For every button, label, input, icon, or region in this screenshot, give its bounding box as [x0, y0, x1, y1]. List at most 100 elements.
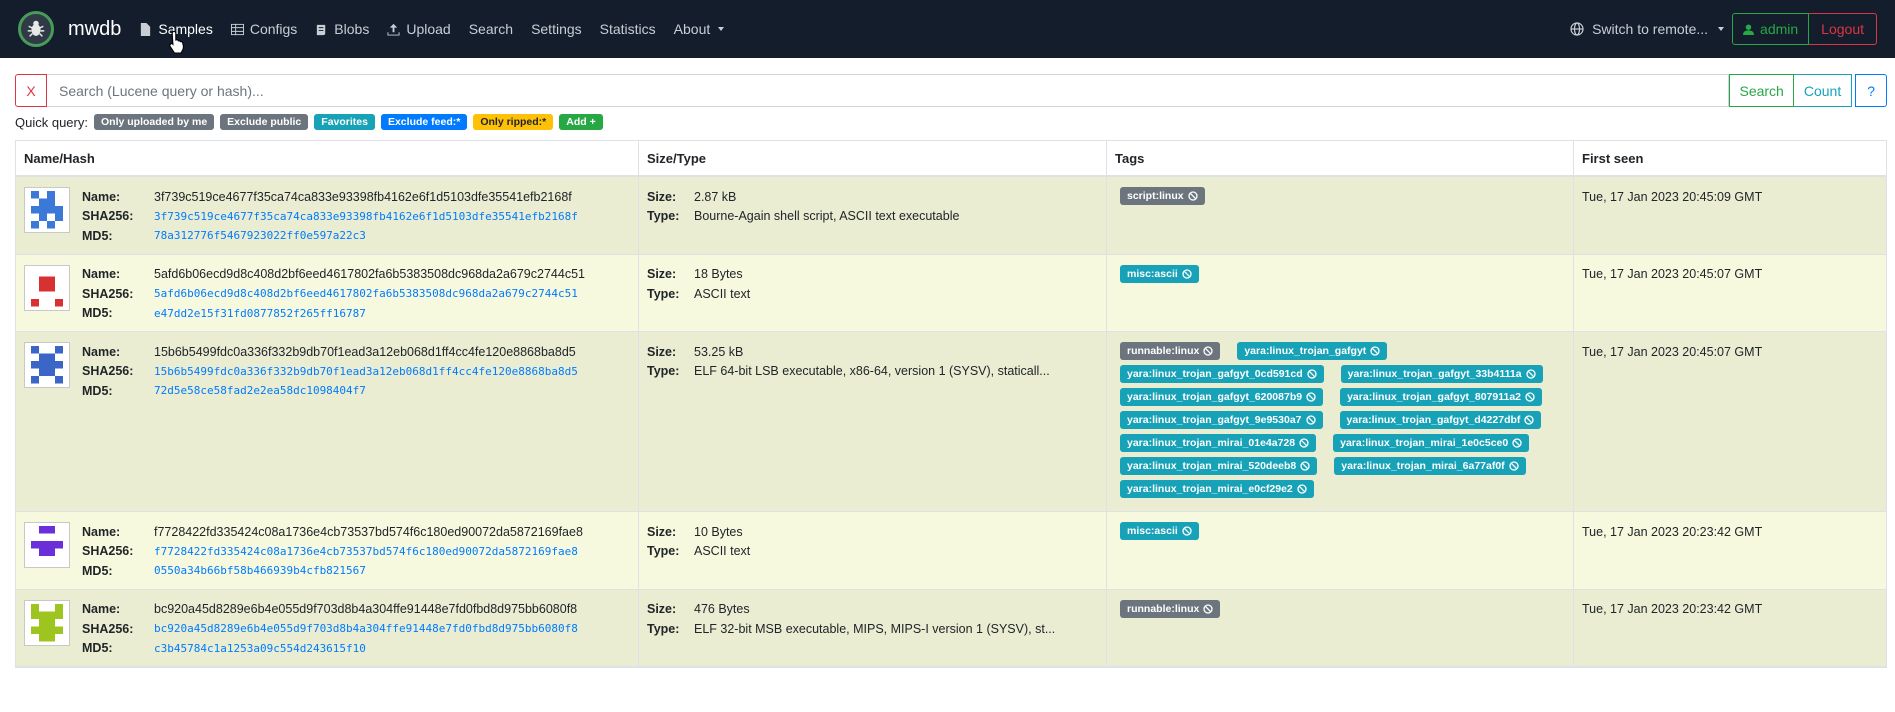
- remove-tag-icon[interactable]: [1182, 526, 1192, 536]
- md5-link[interactable]: c3b45784c1a1253a09c554d243615f10: [154, 642, 366, 655]
- search-button[interactable]: Search: [1729, 74, 1794, 107]
- sha256-link[interactable]: 3f739c519ce4677f35ca74ca833e93398fb4162e…: [154, 210, 578, 223]
- remove-tag-icon[interactable]: [1297, 484, 1307, 494]
- brand[interactable]: mwdb: [18, 11, 121, 47]
- table-icon: [230, 23, 244, 35]
- remove-tag-icon[interactable]: [1187, 191, 1198, 201]
- identicon-icon: [24, 522, 70, 568]
- logout-label: Logout: [1821, 21, 1864, 37]
- nav-configs[interactable]: Configs: [230, 21, 297, 37]
- tag-label: yara:linux_trojan_gafgyt: [1244, 345, 1367, 357]
- remove-tag-icon[interactable]: [1300, 461, 1310, 471]
- remove-tag-icon[interactable]: [1299, 438, 1309, 448]
- switch-remote-dropdown[interactable]: Switch to remote...: [1570, 21, 1725, 37]
- quick-query-favorites[interactable]: Favorites: [314, 113, 375, 131]
- nav-statistics-label: Statistics: [599, 21, 656, 37]
- md5-key: MD5:: [82, 228, 113, 243]
- search-input[interactable]: [47, 74, 1730, 107]
- tag-badge[interactable]: yara:linux_trojan_gafgyt: [1237, 342, 1388, 360]
- tag-badge[interactable]: runnable:linux: [1120, 599, 1221, 618]
- md5-key: MD5:: [82, 306, 113, 321]
- sha256-key: SHA256:: [82, 364, 134, 379]
- tag-badge[interactable]: yara:linux_trojan_gafgyt_0cd591cd: [1120, 365, 1324, 383]
- tag-badge[interactable]: misc:ascii: [1120, 264, 1199, 283]
- table-row: Name: f7728422fd335424c08a1736e4cb73537bd…: [16, 512, 1886, 590]
- table-body: Name: 3f739c519ce4677f35ca74ca833e93398fb…: [16, 177, 1886, 667]
- md5-link[interactable]: 72d5e58ce58fad2e2ea58dc1098404f7: [154, 384, 366, 397]
- size-key: Size:: [647, 344, 677, 359]
- nav-blobs-label: Blobs: [334, 21, 370, 37]
- count-button[interactable]: Count: [1793, 74, 1853, 107]
- brand-name: mwdb: [68, 17, 122, 40]
- md5-link[interactable]: 0550a34b66bf58b466939b4cfb821567: [154, 564, 366, 577]
- caret-down-icon: [1718, 27, 1725, 31]
- file-type: ASCII text: [694, 286, 751, 301]
- quick-query-bar: Quick query: Only uploaded by me Exclude…: [15, 113, 1895, 131]
- tag-badge[interactable]: yara:linux_trojan_mirai_6a77af0f: [1334, 457, 1526, 475]
- tag-badge[interactable]: yara:linux_trojan_mirai_520deeb8: [1120, 457, 1318, 475]
- nav-statistics[interactable]: Statistics: [600, 21, 656, 37]
- user-button[interactable]: admin: [1732, 13, 1810, 45]
- md5-link[interactable]: 78a312776f5467923022ff0e597a22c3: [154, 229, 366, 242]
- remove-tag-icon[interactable]: [1524, 415, 1535, 425]
- tag-badge[interactable]: yara:linux_trojan_gafgyt_d4227dbf: [1339, 411, 1542, 429]
- tag-label: runnable:linux: [1127, 602, 1200, 615]
- tag-badge[interactable]: yara:linux_trojan_mirai_01e4a728: [1120, 434, 1317, 452]
- tag-badge[interactable]: yara:linux_trojan_gafgyt_33b4111a: [1340, 365, 1543, 383]
- nav-search[interactable]: Search: [469, 21, 513, 37]
- remove-tag-icon[interactable]: [1307, 369, 1317, 379]
- remove-tag-icon[interactable]: [1203, 346, 1213, 356]
- sha256-link[interactable]: bc920a45d8289e6b4e055d9f703d8b4a304ffe91…: [154, 622, 578, 635]
- tag-badge[interactable]: runnable:linux: [1120, 342, 1221, 360]
- remove-tag-icon[interactable]: [1182, 268, 1192, 279]
- quick-query-exclude-feed[interactable]: Exclude feed:*: [380, 113, 468, 131]
- identicon-icon: [24, 342, 70, 388]
- nav-about-label: About: [673, 21, 711, 37]
- logout-button[interactable]: Logout: [1809, 13, 1877, 45]
- size-key: Size:: [647, 524, 677, 539]
- tag-badge[interactable]: yara:linux_trojan_gafgyt_620087b9: [1120, 388, 1324, 406]
- nav-about[interactable]: About: [674, 21, 725, 37]
- remove-tag-icon[interactable]: [1525, 369, 1536, 379]
- nav-upload[interactable]: Upload: [387, 21, 451, 37]
- tag-badge[interactable]: misc:ascii: [1120, 522, 1199, 540]
- remove-tag-icon[interactable]: [1306, 392, 1316, 402]
- sha256-link[interactable]: 5afd6b06ecd9d8c408d2bf6eed4617802fa6b538…: [154, 287, 578, 300]
- tag-label: yara:linux_trojan_gafgyt_d4227dbf: [1346, 414, 1521, 426]
- tag-badge[interactable]: yara:linux_trojan_mirai_1e0c5ce0: [1333, 434, 1530, 452]
- size-key: Size:: [647, 189, 677, 204]
- nav-blobs[interactable]: Blobs: [315, 21, 369, 37]
- nav-settings[interactable]: Settings: [531, 21, 582, 37]
- md5-link[interactable]: e47dd2e15f31fd0877852f265ff16787: [154, 307, 366, 320]
- tag-badge[interactable]: yara:linux_trojan_gafgyt_807911a2: [1340, 388, 1543, 406]
- remove-tag-icon[interactable]: [1509, 461, 1519, 471]
- header-tags: Tags: [1107, 141, 1574, 175]
- help-button[interactable]: ?: [1855, 74, 1887, 107]
- sha256-link[interactable]: f7728422fd335424c08a1736e4cb73537bd574f6…: [154, 545, 578, 558]
- table-row: Name: 3f739c519ce4677f35ca74ca833e93398fb…: [16, 177, 1886, 255]
- file-size: 18 Bytes: [694, 267, 743, 282]
- tag-badge[interactable]: yara:linux_trojan_gafgyt_9e9530a7: [1120, 411, 1323, 429]
- remove-tag-icon[interactable]: [1512, 438, 1522, 448]
- tag-badge[interactable]: yara:linux_trojan_mirai_e0cf29e2: [1120, 480, 1314, 498]
- quick-query-only-ripped[interactable]: Only ripped:*: [473, 113, 554, 131]
- remove-tag-icon[interactable]: [1525, 392, 1535, 402]
- globe-icon: [1570, 22, 1584, 36]
- remove-tag-icon[interactable]: [1203, 603, 1213, 614]
- table-header: Name/Hash Size/Type Tags First seen: [16, 141, 1886, 177]
- table-row: Name: bc920a45d8289e6b4e055d9f703d8b4a304…: [16, 589, 1886, 667]
- sha256-link[interactable]: 15b6b5499fdc0a336f332b9db70f1ead3a12eb06…: [154, 365, 578, 378]
- user-label: admin: [1760, 21, 1799, 37]
- type-key: Type:: [647, 364, 680, 379]
- remove-tag-icon[interactable]: [1305, 415, 1316, 425]
- quick-query-add[interactable]: Add +: [559, 113, 603, 131]
- remove-tag-icon[interactable]: [1370, 346, 1380, 356]
- table-row: Name: 15b6b5499fdc0a336f332b9db70f1ead3a1…: [16, 332, 1886, 512]
- quick-query-only-uploaded[interactable]: Only uploaded by me: [93, 113, 215, 131]
- sha256-key: SHA256:: [82, 544, 134, 559]
- sha256-key: SHA256:: [82, 621, 134, 636]
- quick-query-exclude-public[interactable]: Exclude public: [220, 113, 309, 131]
- clear-search-button[interactable]: X: [15, 74, 47, 107]
- tag-badge[interactable]: script:linux: [1120, 187, 1205, 205]
- file-type: Bourne-Again shell script, ASCII text ex…: [694, 209, 960, 224]
